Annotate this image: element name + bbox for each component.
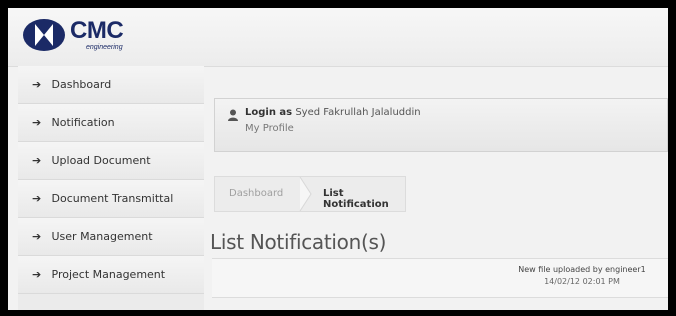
sidebar-item-project-management[interactable]: ➔ Project Management xyxy=(18,256,204,294)
sidebar-item-document-transmittal[interactable]: ➔ Document Transmittal xyxy=(18,180,204,218)
sidebar-item-label: Upload Document xyxy=(51,154,151,167)
sidebar-item-dashboard[interactable]: ➔ Dashboard xyxy=(18,66,204,104)
arrow-right-icon: ➔ xyxy=(32,116,42,129)
notification-list: New file uploaded by engineer1 14/02/12 … xyxy=(212,258,668,298)
arrow-right-icon: ➔ xyxy=(32,78,42,91)
arrow-right-icon: ➔ xyxy=(32,230,42,243)
sidebar-item-user-management[interactable]: ➔ User Management xyxy=(18,218,204,256)
my-profile-link[interactable]: My Profile xyxy=(245,123,294,134)
cmc-logo-icon xyxy=(23,19,65,51)
user-icon xyxy=(228,109,238,121)
sidebar-item-label: User Management xyxy=(51,230,153,243)
brand-name: CMC xyxy=(70,17,124,44)
breadcrumb: Dashboard List Notification xyxy=(214,176,406,212)
main-content: Login as Syed Fakrullah Jalaluddin My Pr… xyxy=(204,66,668,310)
sidebar-item-upload-document[interactable]: ➔ Upload Document xyxy=(18,142,204,180)
sidebar-item-label: Document Transmittal xyxy=(51,192,174,205)
app-window: CMC engineering ➔ Dashboard ➔ Notificati… xyxy=(8,8,668,310)
breadcrumb-separator-icon xyxy=(299,177,312,211)
arrow-right-icon: ➔ xyxy=(32,154,42,167)
login-user-name: Syed Fakrullah Jalaluddin xyxy=(295,107,421,118)
sidebar-item-label: Notification xyxy=(51,116,115,129)
brand-subtitle: engineering xyxy=(86,44,123,51)
login-panel: Login as Syed Fakrullah Jalaluddin My Pr… xyxy=(214,98,668,152)
arrow-right-icon: ➔ xyxy=(32,192,42,205)
header: CMC engineering xyxy=(8,8,668,67)
breadcrumb-current: List Notification xyxy=(323,188,389,210)
login-status: Login as Syed Fakrullah Jalaluddin xyxy=(245,107,421,118)
login-prefix: Login as xyxy=(245,107,293,118)
sidebar: ➔ Dashboard ➔ Notification ➔ Upload Docu… xyxy=(18,66,204,310)
breadcrumb-dashboard[interactable]: Dashboard xyxy=(229,188,283,199)
arrow-right-icon: ➔ xyxy=(32,268,42,281)
sidebar-item-label: Project Management xyxy=(51,268,166,281)
notification-message: New file uploaded by engineer1 xyxy=(518,265,646,274)
sidebar-item-label: Dashboard xyxy=(51,78,112,91)
notification-timestamp: 14/02/12 02:01 PM xyxy=(544,277,620,286)
sidebar-item-notification[interactable]: ➔ Notification xyxy=(18,104,204,142)
page-title: List Notification(s) xyxy=(210,230,387,254)
